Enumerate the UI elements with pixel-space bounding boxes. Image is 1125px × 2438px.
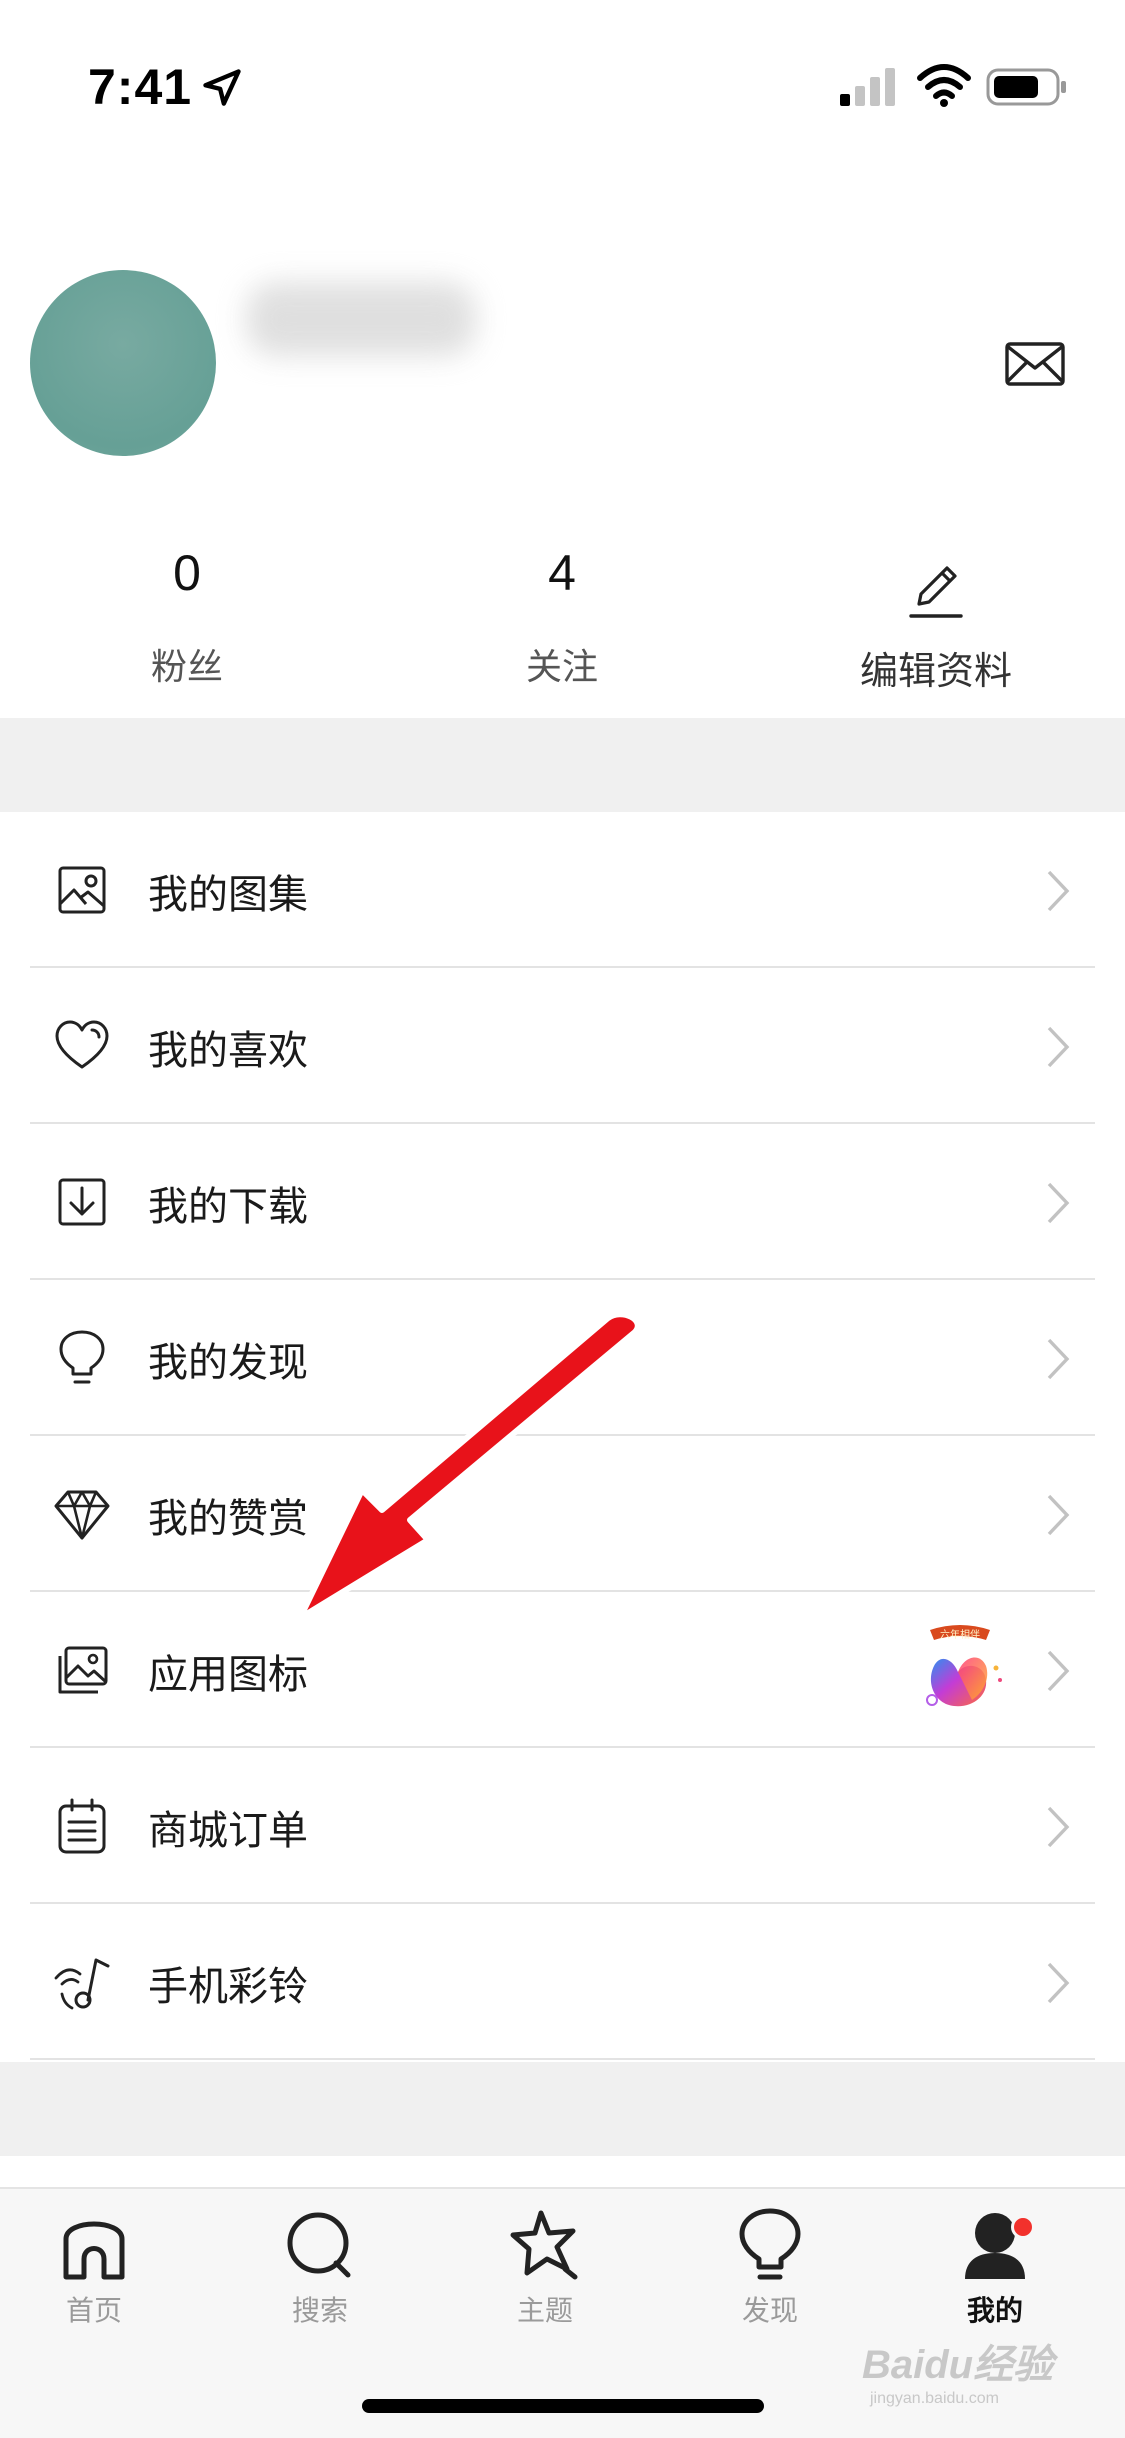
home-icon — [63, 2221, 125, 2280]
chevron-right-icon — [1047, 1650, 1070, 1692]
tab-label-mine: 我的 — [966, 2294, 1023, 2327]
section-separator — [0, 718, 1125, 812]
tab-discover[interactable]: 发现 — [700, 2207, 840, 2329]
menu-label-downloads: 我的下载 — [148, 1184, 308, 1230]
menu-label-discoveries: 我的发现 — [148, 1340, 308, 1386]
watermark-url: jingyan.baidu.com — [870, 2390, 999, 2407]
wifi-icon — [917, 64, 971, 107]
divider — [30, 2058, 1095, 2060]
menu-item-downloads[interactable]: 我的下载 — [0, 1124, 1125, 1280]
app-icon-badge-text: 六年相伴 — [940, 1628, 980, 1641]
tab-mine[interactable]: 我的 — [925, 2207, 1065, 2329]
annotation-arrow — [297, 1311, 641, 1621]
menu-label-ringtone: 手机彩铃 — [148, 1964, 308, 2010]
menu-item-albums[interactable]: 我的图集 — [0, 812, 1125, 968]
battery-icon — [986, 68, 1066, 106]
watermark: Baidu经验 — [862, 2343, 1054, 2387]
menu-label-app-icon: 应用图标 — [148, 1652, 308, 1698]
lightbulb-icon — [739, 2208, 801, 2280]
location-arrow-icon — [203, 69, 241, 106]
chevron-right-icon — [1047, 1962, 1070, 2004]
status-bar: 7:41 — [0, 0, 1125, 150]
chevron-right-icon — [1047, 1806, 1070, 1848]
status-time: 7:41 — [88, 59, 193, 115]
tab-label-search: 搜索 — [291, 2294, 348, 2327]
app-icon-preview: 六年相伴 — [916, 1625, 1004, 1718]
edit-profile-label: 编辑资料 — [859, 649, 1012, 693]
download-icon — [58, 1178, 106, 1226]
chevron-right-icon — [1047, 1182, 1070, 1224]
fans-label: 粉丝 — [150, 647, 223, 688]
chevron-right-icon — [1047, 1026, 1070, 1068]
stat-fans[interactable]: 0 粉丝 — [37, 548, 337, 690]
search-icon — [287, 2212, 351, 2278]
stat-following[interactable]: 4 关注 — [412, 548, 712, 690]
tab-label-home: 首页 — [65, 2294, 122, 2327]
menu-item-orders[interactable]: 商城订单 — [0, 1748, 1125, 1904]
menu-item-likes[interactable]: 我的喜欢 — [0, 968, 1125, 1124]
home-indicator[interactable] — [362, 2399, 764, 2413]
fans-count: 0 — [173, 545, 201, 601]
menu-label-rewards: 我的赞赏 — [148, 1496, 308, 1542]
following-label: 关注 — [525, 647, 598, 688]
cellular-signal-icon — [840, 68, 895, 106]
menu-item-ringtone[interactable]: 手机彩铃 — [0, 1904, 1125, 2060]
diamond-icon — [54, 1490, 110, 1540]
tab-search[interactable]: 搜索 — [250, 2207, 390, 2329]
tab-label-discover: 发现 — [741, 2294, 798, 2327]
envelope-icon[interactable] — [1004, 338, 1066, 390]
lightbulb-icon — [59, 1330, 105, 1384]
chevron-right-icon — [1047, 1338, 1070, 1380]
following-count: 4 — [548, 545, 576, 601]
menu-label-orders: 商城订单 — [148, 1808, 308, 1854]
menu-label-likes: 我的喜欢 — [148, 1028, 308, 1074]
image-icon — [58, 1646, 108, 1694]
pencil-icon — [909, 566, 963, 618]
order-list-icon — [58, 1798, 106, 1854]
chevron-right-icon — [1047, 1494, 1070, 1536]
heart-icon — [55, 1020, 109, 1069]
avatar[interactable] — [30, 270, 216, 456]
tab-topic[interactable]: 主题 — [475, 2207, 615, 2329]
edit-profile-button[interactable]: 编辑资料 — [786, 560, 1086, 695]
album-icon — [58, 866, 106, 914]
chevron-right-icon — [1047, 870, 1070, 912]
section-separator — [0, 2062, 1125, 2156]
menu-label-albums: 我的图集 — [148, 872, 308, 918]
ringtone-icon — [54, 1958, 110, 2010]
tab-label-topic: 主题 — [516, 2294, 573, 2327]
tab-home[interactable]: 首页 — [24, 2207, 164, 2329]
star-icon — [510, 2210, 578, 2280]
notification-dot — [1011, 2215, 1035, 2239]
username-blurred — [246, 282, 476, 356]
